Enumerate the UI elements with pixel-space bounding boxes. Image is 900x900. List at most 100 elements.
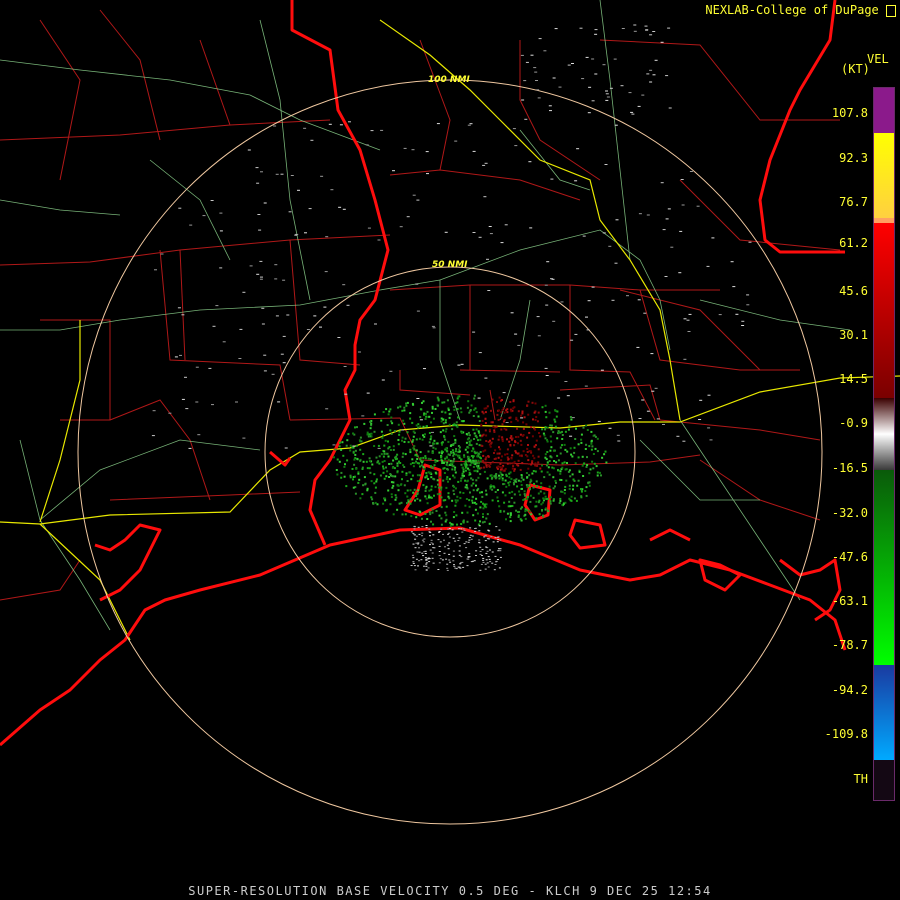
echo-pixel — [474, 527, 477, 529]
echo-pixel — [506, 411, 509, 414]
echo-pixel — [424, 433, 426, 436]
echo-pixel — [357, 472, 360, 475]
echo-pixel — [538, 499, 541, 502]
echo-pixel — [562, 503, 565, 506]
echo-pixel — [519, 518, 522, 521]
echo-pixel — [404, 437, 407, 440]
echo-pixel — [413, 534, 416, 536]
echo-pixel — [513, 479, 516, 482]
echo-pixel — [537, 492, 540, 495]
echo-pixel — [388, 463, 391, 465]
echo-pixel — [475, 484, 477, 487]
echo-pixel — [537, 448, 540, 451]
echo-pixel — [596, 471, 599, 474]
echo-pixel — [195, 366, 199, 368]
echo-pixel — [405, 402, 408, 405]
echo-pixel — [636, 346, 640, 348]
echo-pixel — [484, 503, 487, 506]
echo-pixel — [215, 305, 219, 307]
echo-pixel — [412, 557, 415, 559]
echo-pixel — [382, 471, 385, 474]
echo-pixel — [532, 418, 534, 421]
echo-pixel — [678, 272, 682, 274]
echo-pixel — [421, 535, 423, 537]
echo-pixel — [459, 491, 462, 494]
echo-pixel — [381, 434, 384, 437]
echo-pixel — [656, 418, 660, 420]
echo-pixel — [469, 464, 472, 467]
echo-pixel — [543, 476, 546, 479]
echo-pixel — [561, 434, 564, 436]
echo-pixel — [566, 450, 569, 453]
echo-pixel — [261, 323, 265, 325]
echo-pixel — [454, 140, 458, 142]
echo-pixel — [340, 471, 343, 474]
echo-pixel — [379, 474, 382, 477]
echo-pixel — [591, 100, 595, 102]
echo-pixel — [643, 312, 647, 314]
echo-pixel — [444, 419, 447, 422]
echo-pixel — [556, 410, 559, 413]
echo-pixel — [154, 269, 157, 271]
echo-pixel — [448, 542, 451, 544]
echo-pixel — [412, 532, 415, 534]
echo-pixel — [470, 455, 473, 457]
echo-pixel — [446, 563, 449, 565]
echo-pixel — [546, 451, 549, 453]
echo-pixel — [450, 523, 453, 526]
echo-pixel — [588, 86, 592, 88]
echo-pixel — [429, 544, 431, 546]
echo-pixel — [416, 492, 419, 495]
echo-pixel — [548, 105, 552, 107]
echo-pixel — [543, 492, 546, 495]
echo-pixel — [495, 561, 498, 563]
echo-pixel — [585, 56, 589, 58]
echo-pixel — [455, 568, 458, 570]
echo-pixel — [482, 515, 484, 518]
echo-pixel — [446, 569, 449, 571]
echo-pixel — [353, 463, 356, 466]
echo-pixel — [464, 504, 467, 507]
echo-pixel — [452, 516, 455, 519]
echo-pixel — [499, 510, 502, 513]
echo-pixel — [552, 77, 556, 79]
echo-pixel — [431, 411, 433, 414]
echo-pixel — [549, 500, 552, 503]
echo-pixel — [481, 410, 484, 413]
echo-pixel — [554, 479, 557, 482]
echo-pixel — [465, 433, 468, 435]
echo-pixel — [424, 455, 427, 458]
echo-pixel — [500, 242, 504, 244]
echo-pixel — [415, 424, 418, 427]
echo-pixel — [444, 520, 447, 523]
echo-pixel — [178, 207, 182, 209]
echo-pixel — [422, 555, 425, 557]
echo-pixel — [189, 224, 193, 226]
echo-pixel — [447, 528, 450, 530]
echo-pixel — [532, 470, 535, 472]
echo-pixel — [455, 514, 458, 517]
echo-pixel — [420, 544, 423, 546]
echo-pixel — [551, 466, 554, 469]
echo-pixel — [633, 30, 637, 32]
echo-pixel — [453, 485, 456, 488]
ring-label-50: 50 NMI — [432, 260, 468, 270]
legend-tick: TH — [853, 772, 868, 786]
echo-pixel — [436, 442, 439, 445]
echo-pixel — [492, 541, 495, 543]
echo-pixel — [486, 562, 489, 564]
echo-pixel — [568, 487, 571, 490]
echo-pixel — [421, 526, 424, 528]
echo-pixel — [555, 481, 557, 484]
echo-pixel — [417, 489, 420, 492]
echo-pixel — [503, 427, 506, 430]
echo-pixel — [368, 457, 371, 460]
echo-pixel — [423, 565, 425, 567]
echo-pixel — [441, 452, 443, 455]
echo-pixel — [403, 406, 406, 409]
echo-pixel — [544, 284, 548, 286]
echo-pixel — [480, 423, 483, 426]
echo-pixel — [490, 474, 493, 477]
echo-pixel — [600, 474, 602, 477]
echo-pixel — [525, 423, 528, 426]
